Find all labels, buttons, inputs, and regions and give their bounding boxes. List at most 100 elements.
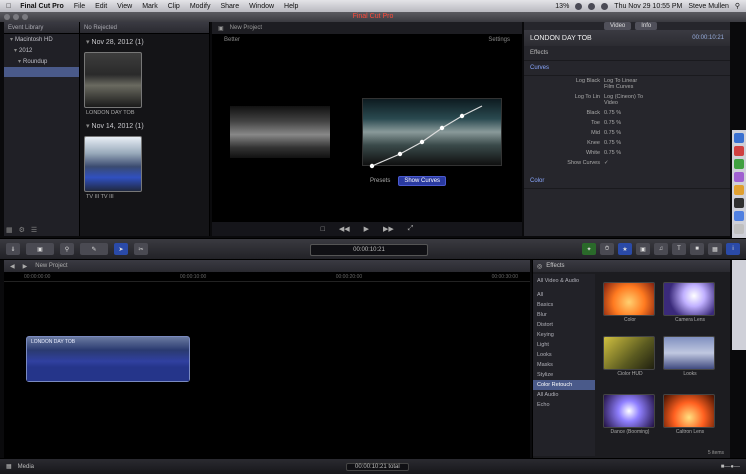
menu-mark[interactable]: Mark <box>137 3 163 10</box>
tab-video[interactable]: Video <box>604 22 632 30</box>
menu-view[interactable]: View <box>112 3 137 10</box>
wifi-icon[interactable] <box>588 2 596 10</box>
retime-button[interactable]: ⏱ <box>600 243 614 255</box>
param-value[interactable]: 0.75 % <box>604 110 644 116</box>
event-group-date[interactable]: ▾ Nov 28, 2012 (1) <box>80 34 209 50</box>
curve-point[interactable] <box>419 139 425 145</box>
param-row[interactable]: Knee 0.75 % <box>524 138 730 148</box>
param-value[interactable]: 0.75 % <box>604 140 644 146</box>
camera-button[interactable]: ▣ <box>26 243 54 255</box>
param-row[interactable]: Mid 0.75 % <box>524 128 730 138</box>
effect-thumbnail[interactable]: Camera Lens <box>663 282 717 328</box>
menu-help[interactable]: Help <box>279 3 303 10</box>
presets-label[interactable]: Presets <box>370 178 390 184</box>
effect-category[interactable]: Distort <box>537 320 591 330</box>
tab-info[interactable]: Info <box>635 22 658 30</box>
effect-thumbnail[interactable]: Color <box>603 282 657 328</box>
param-value[interactable]: Log (Cineon) To Video <box>604 94 644 106</box>
import-button[interactable]: ⇓ <box>6 243 20 255</box>
param-row[interactable]: Log Black Log To Linear Film Curves <box>524 76 730 92</box>
timeline-clip[interactable]: LONDON DAY TOB <box>26 336 190 382</box>
music-button[interactable]: ♫ <box>654 243 668 255</box>
viewer-settings[interactable]: Settings <box>488 37 510 43</box>
timeline-back-icon[interactable]: ◀ <box>10 263 15 270</box>
effect-thumbnail[interactable]: Caltron Lens <box>663 394 717 440</box>
effect-category[interactable]: Basics <box>537 300 591 310</box>
curve-point[interactable] <box>369 163 375 169</box>
timeline-forward-icon[interactable]: ▶ <box>23 263 28 270</box>
effect-category[interactable]: Echo <box>537 400 591 410</box>
effect-thumbnail[interactable]: Dance (Booming) <box>603 394 657 440</box>
curve-point[interactable] <box>439 125 445 131</box>
effects-browser-button[interactable]: ★ <box>618 243 632 255</box>
menubar-clock[interactable]: Thu Nov 29 10:55 PM <box>614 3 682 10</box>
curves-overlay[interactable] <box>362 98 502 178</box>
clip-thumbnail[interactable] <box>84 136 142 192</box>
timeline-ruler[interactable]: 00:00:00:00 00:00:10:00 00:00:20:00 00:0… <box>4 272 530 282</box>
keyword-button[interactable]: ⚲ <box>60 243 74 255</box>
gear-icon[interactable]: ⚙ <box>19 226 25 234</box>
clip-thumbnail[interactable] <box>84 52 142 108</box>
curve-point[interactable] <box>459 113 465 119</box>
menu-clip[interactable]: Clip <box>163 3 185 10</box>
effect-thumbnail[interactable]: Looks <box>663 336 717 382</box>
effect-category-selected[interactable]: Color Retouch <box>533 380 595 390</box>
param-row[interactable]: Log To Lin Log (Cineon) To Video <box>524 92 730 108</box>
library-item-event[interactable]: ▾ Roundup <box>4 56 79 67</box>
tools-button[interactable]: ✎ <box>80 243 108 255</box>
library-item-selected[interactable] <box>4 67 79 77</box>
effect-category[interactable]: Stylize <box>537 370 591 380</box>
effect-category[interactable]: All <box>537 290 591 300</box>
rewind-icon[interactable]: ◀◀ <box>339 225 350 233</box>
check-icon[interactable]: ✓ <box>604 160 644 166</box>
close-icon[interactable] <box>4 14 10 20</box>
minimize-icon[interactable] <box>13 14 19 20</box>
tray-icon[interactable] <box>575 2 583 10</box>
menu-window[interactable]: Window <box>244 3 279 10</box>
param-row[interactable]: Black 0.75 % <box>524 108 730 118</box>
list-view-icon[interactable]: ☰ <box>31 226 37 234</box>
app-icon[interactable] <box>734 185 744 195</box>
curve-point[interactable] <box>397 151 403 157</box>
effect-category[interactable]: Light <box>537 340 591 350</box>
menubar-user[interactable]: Steve Mullen <box>688 3 728 10</box>
app-icon[interactable] <box>734 146 744 156</box>
app-icon[interactable] <box>734 211 744 221</box>
effect-thumbnail[interactable]: Ciolor HUD <box>603 336 657 382</box>
param-value[interactable]: Log To Linear Film Curves <box>604 78 644 90</box>
zoom-slider-icon[interactable]: ■—●— <box>721 464 740 470</box>
menu-share[interactable]: Share <box>215 3 244 10</box>
dashboard-timecode[interactable]: 00:00:10:21 <box>310 244 428 256</box>
titles-button[interactable]: T <box>672 243 686 255</box>
photos-button[interactable]: ▣ <box>636 243 650 255</box>
param-row[interactable]: Toe 0.75 % <box>524 118 730 128</box>
select-tool-button[interactable]: ➤ <box>114 243 128 255</box>
library-item-disk[interactable]: ▾ Macintosh HD <box>4 34 79 45</box>
filter-label[interactable]: No Rejected <box>84 25 117 31</box>
fullscreen-icon[interactable]: ⤢ <box>408 225 414 233</box>
app-icon[interactable] <box>734 224 744 234</box>
forward-icon[interactable]: ▶▶ <box>383 225 394 233</box>
effect-category[interactable]: Keying <box>537 330 591 340</box>
param-row[interactable]: Show Curves ✓ <box>524 158 730 168</box>
themes-button[interactable]: ▦ <box>708 243 722 255</box>
enhance-button[interactable]: ✦ <box>582 243 596 255</box>
param-row[interactable]: White 0.75 % <box>524 148 730 158</box>
menu-edit[interactable]: Edit <box>90 3 112 10</box>
effects-toggle-icon[interactable]: ◎ <box>537 263 542 270</box>
generators-button[interactable]: ■ <box>690 243 704 255</box>
color-section[interactable]: Color <box>524 174 730 189</box>
param-value[interactable]: 0.75 % <box>604 120 644 126</box>
viewer-quality[interactable]: Better <box>224 37 240 43</box>
effect-category[interactable]: All Audio <box>537 390 591 400</box>
app-icon[interactable] <box>734 159 744 169</box>
effect-category[interactable]: Masks <box>537 360 591 370</box>
play-icon[interactable]: ▶ <box>364 225 369 233</box>
inspector-button[interactable]: i <box>726 243 740 255</box>
filmstrip-icon[interactable]: ▦ <box>6 226 13 234</box>
show-curves-button[interactable]: Show Curves <box>398 176 447 186</box>
blade-tool-button[interactable]: ✂ <box>134 243 148 255</box>
app-menu[interactable]: Final Cut Pro <box>15 3 69 10</box>
param-value[interactable]: 0.75 % <box>604 130 644 136</box>
event-group-date[interactable]: ▾ Nov 14, 2012 (1) <box>80 118 209 134</box>
